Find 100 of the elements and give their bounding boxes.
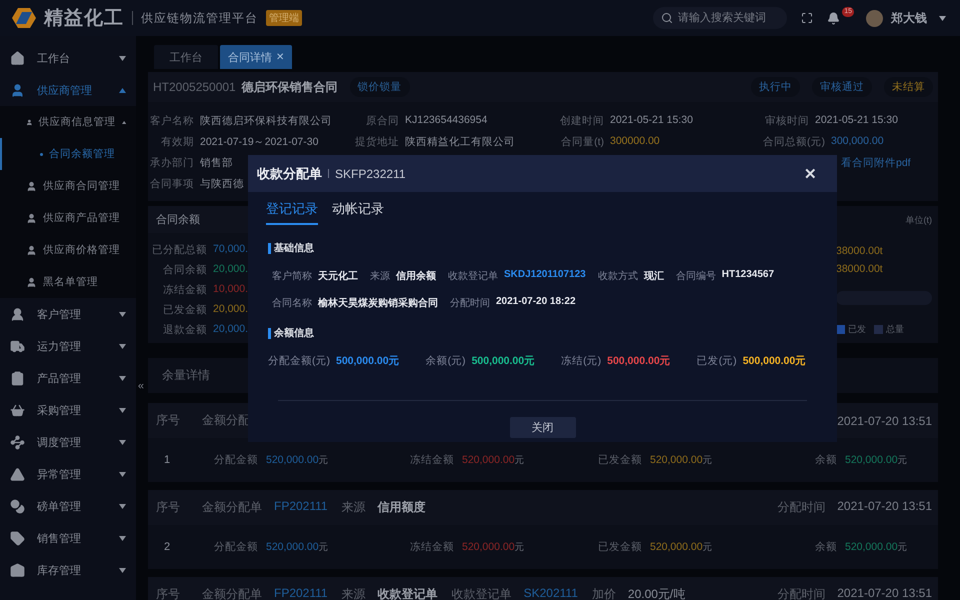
time-label: 分配时间 (777, 586, 826, 600)
clipboard-icon (10, 370, 25, 386)
person-icon (26, 116, 33, 128)
unit-label: 元 (702, 454, 713, 467)
bell-icon[interactable] (827, 12, 840, 24)
sidebar-item[interactable]: 运力管理 (0, 330, 136, 362)
amount-value: 520,000.00 (266, 454, 319, 466)
column-label: 来源 (342, 499, 366, 516)
field-value: 信用余额 (396, 269, 436, 283)
person-icon (10, 82, 25, 98)
truck-icon (10, 338, 25, 354)
column-label: 来源 (342, 586, 366, 600)
field-label: 原合同 (365, 114, 399, 128)
header-value: FP202111 (274, 499, 328, 515)
field-label: 合同量(t) (560, 135, 604, 149)
amount-value: 520,000.00 (462, 454, 515, 466)
sidebar-item[interactable]: 供应商产品管理 (0, 202, 136, 234)
amount-label: 冻结金额 (410, 453, 454, 467)
quantity-value: 38000.00t (836, 245, 884, 257)
field-value: 2021-05-21 15:30 (610, 114, 693, 128)
field-label: 合同总额(元) (763, 135, 825, 149)
search-field[interactable]: 请输入搜索关键词 (653, 7, 788, 29)
field-value: 陕西精益化工有限公司 (405, 135, 515, 149)
person-icon (26, 180, 37, 192)
field-value: 榆林天昊煤炭购销采购合同 (318, 296, 438, 310)
legend-label: 已发 (848, 323, 866, 336)
page-tab[interactable]: 工作台 (154, 45, 218, 69)
sidebar-item[interactable]: 供应商价格管理 (0, 234, 136, 266)
home-icon (10, 50, 25, 66)
field-label: 提货地址 (354, 135, 399, 149)
column-label: 序号 (156, 499, 180, 516)
caret-icon (939, 16, 946, 20)
unit-label: 元 (898, 454, 908, 467)
amount-value: 520,000.00 (845, 454, 898, 466)
field-value: SKDJ1201107123 (504, 269, 586, 282)
field-value: 天元化工 (318, 270, 358, 283)
quantity-value: 38000.00t (836, 263, 884, 275)
amount-value: 520,000.00 (266, 541, 319, 553)
warning-icon (10, 466, 25, 482)
platform-name: 供应链物流管理平台 (141, 10, 258, 26)
row-number: 2 (164, 541, 172, 553)
sidebar-item[interactable]: 供应商管理 (0, 74, 136, 106)
sidebar-item[interactable]: 客户管理 (0, 298, 136, 330)
sidebar-item[interactable]: 采购管理 (0, 394, 136, 426)
search-icon (661, 12, 674, 24)
field-value: 20,000. (213, 323, 248, 337)
unit-label: 单位(t) (906, 214, 932, 227)
close-button[interactable]: ✕ (804, 164, 817, 182)
field-value: KJ123654436954 (405, 114, 488, 128)
sidebar-item[interactable]: 销售管理 (0, 522, 136, 554)
dialog-tab[interactable]: 登记记录 (266, 200, 318, 225)
column-label: 金额分配单 (202, 499, 262, 516)
sidebar-item[interactable]: 库存管理 (0, 554, 136, 586)
amount-value: 520,000.00 (650, 454, 703, 466)
field-label: 合同编号 (676, 270, 716, 283)
allocation-time: 2021-07-20 13:51 (837, 586, 932, 600)
close-icon[interactable]: ✕ (276, 52, 284, 62)
page-tab[interactable]: 合同详情 ✕ (220, 45, 292, 69)
field-value: 20,000. (213, 263, 248, 277)
time-label: 分配时间 (777, 499, 826, 516)
sidebar-item[interactable]: 工作台 (0, 42, 136, 74)
field-value: 陕西德启环保科技有限公司 (200, 114, 332, 128)
amount-label: 已发金额 (598, 540, 642, 554)
contract-title: 德启环保销售合同 (242, 78, 338, 96)
unit-label: 元 (898, 541, 908, 554)
close-dialog-button[interactable]: 关闭 (510, 417, 576, 438)
sidebar-item[interactable]: 供应商合同管理 (0, 170, 136, 202)
field-value: 2021-07-20 18:22 (496, 296, 576, 309)
person-icon (26, 244, 37, 256)
collapse-handle[interactable]: « (138, 380, 144, 392)
status-tag: 执行中 (751, 77, 800, 97)
unit-label: 元 (702, 541, 713, 554)
sidebar-item[interactable]: 黑名单管理 (0, 266, 136, 298)
status-tag: 审核通过 (812, 77, 872, 97)
attachment-link[interactable]: 看合同附件pdf (841, 156, 911, 170)
basket-icon (10, 402, 25, 418)
role-badge: 管理端 (266, 10, 302, 26)
section-heading: 基础信息 (268, 243, 314, 254)
sidebar-item[interactable]: 供应商信息管理 (0, 106, 136, 138)
contract-tag: 锁价锁量 (350, 77, 410, 97)
sidebar-item[interactable]: 产品管理 (0, 362, 136, 394)
field-value: 现汇 (644, 270, 664, 283)
amount-value: 520,000.00 (650, 541, 703, 553)
sidebar-item[interactable]: 调度管理 (0, 426, 136, 458)
fullscreen-icon[interactable] (801, 12, 814, 24)
network-icon (10, 434, 25, 450)
brand-name: 精益化工 (44, 7, 124, 31)
amount-label: 余额 (815, 453, 837, 467)
sidebar-item[interactable]: 合同余额管理 (0, 138, 136, 170)
unit-label: 元 (514, 454, 525, 467)
header-value: 信用额度 (378, 499, 426, 516)
sidebar-item[interactable]: 磅单管理 (0, 490, 136, 522)
field-value: 20,000. (213, 303, 248, 317)
user-name[interactable]: 郑大钱 (891, 10, 927, 26)
avatar[interactable] (866, 10, 883, 26)
column-label: 序号 (156, 586, 180, 600)
dialog-title: 收款分配单 (257, 164, 322, 182)
field-value: 300000.00 (610, 135, 660, 149)
sidebar-item[interactable]: 异常管理 (0, 458, 136, 490)
unit-label: 元 (514, 541, 525, 554)
